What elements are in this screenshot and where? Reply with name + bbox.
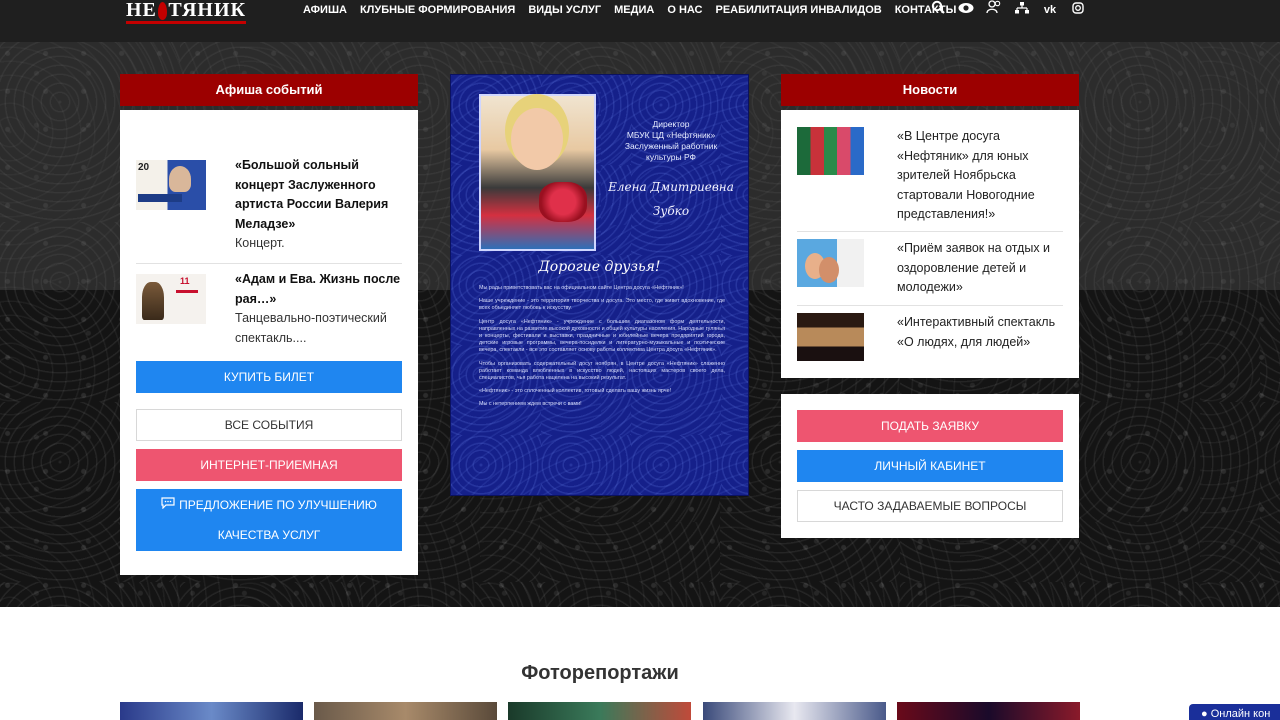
news-title: «Интерактивный спектакль «О людях, для л… <box>897 315 1056 349</box>
search-icon[interactable] <box>930 0 946 20</box>
logo-text-right: ТЯНИК <box>168 0 246 21</box>
news-panel: «В Центре досуга «Нефтяник» для юных зри… <box>781 110 1079 378</box>
divider <box>797 231 1063 232</box>
director-title-line: Заслуженный работник <box>624 141 718 151</box>
news-item[interactable]: «В Центре досуга «Нефтяник» для юных зри… <box>797 127 1063 225</box>
news-title: «В Центре досуга «Нефтяник» для юных зри… <box>897 129 1035 221</box>
news-title: «Приём заявок на отдых и оздоровление де… <box>897 241 1051 294</box>
signature-line: Зубко <box>652 204 690 218</box>
nav-item-services[interactable]: ВИДЫ УСЛУГ <box>528 0 601 20</box>
director-title-line: МБУК ЦД «Нефтяник» <box>626 130 716 140</box>
faq-button[interactable]: ЧАСТО ЗАДАВАЕМЫЕ ВОПРОСЫ <box>797 490 1063 522</box>
site-logo[interactable]: НЕ ТЯНИК <box>126 0 246 24</box>
event-text: «Адам и Ева. Жизнь после рая…» Танцеваль… <box>235 270 402 348</box>
all-events-button[interactable]: ВСЕ СОБЫТИЯ <box>136 409 402 441</box>
photoreport-thumbnail[interactable] <box>703 702 886 720</box>
greeting-paragraph: Наше учреждение - это территория творчес… <box>479 298 725 312</box>
divider <box>136 263 402 264</box>
suggest-label-line1: ПРЕДЛОЖЕНИЕ ПО УЛУЧШЕНИЮ <box>179 498 377 512</box>
greeting-paragraph: «Нефтяник» - это сплоченный коллектив, г… <box>479 388 672 395</box>
header-icons: vk <box>930 0 1086 20</box>
nav-item-clubs[interactable]: КЛУБНЫЕ ФОРМИРОВАНИЯ <box>360 0 515 20</box>
flowers-image <box>539 182 587 222</box>
director-greeting-poster: Директор МБУК ЦД «Нефтяник» Заслуженный … <box>450 74 749 496</box>
events-panel: 20 «Большой сольный концерт Заслуженного… <box>120 110 418 575</box>
buy-ticket-button[interactable]: КУПИТЬ БИЛЕТ <box>136 361 402 393</box>
chat-icon: ● <box>1201 708 1211 720</box>
service-improvement-button[interactable]: ПРЕДЛОЖЕНИЕ ПО УЛУЧШЕНИЮ КАЧЕСТВА УСЛУГ <box>136 489 402 551</box>
nav-item-rehabilitation[interactable]: РЕАБИЛИТАЦИЯ ИНВАЛИДОВ <box>716 0 882 20</box>
event-description: Танцевально-поэтический спектакль.... <box>235 311 387 345</box>
nav-item-afisha[interactable]: АФИША <box>303 0 347 20</box>
photoreport-thumbnail[interactable] <box>120 702 303 720</box>
oil-drop-icon <box>157 1 168 20</box>
director-title-line: культуры РФ <box>646 152 696 162</box>
online-consultant-button[interactable]: ● Онлайн кон <box>1189 704 1280 720</box>
director-face <box>511 108 563 170</box>
sitemap-icon[interactable] <box>1014 0 1030 20</box>
logo-text-left: НЕ <box>126 0 157 21</box>
event-description: Концерт. <box>235 236 285 250</box>
online-consultant-label: Онлайн кон <box>1210 708 1271 720</box>
news-image <box>797 127 864 175</box>
photoreport-thumbnail[interactable] <box>314 702 497 720</box>
photoreport-thumbnail[interactable] <box>897 702 1080 720</box>
instagram-icon[interactable] <box>1070 0 1086 20</box>
news-item[interactable]: «Интерактивный спектакль «О людях, для л… <box>797 313 1063 361</box>
event-title: «Большой сольный концерт Заслуженного ар… <box>235 158 389 231</box>
news-panel-title: Новости <box>781 74 1079 106</box>
photoreports-heading: Фоторепортажи <box>521 662 679 684</box>
events-panel-title: Афиша событий <box>120 74 418 106</box>
actions-panel: ПОДАТЬ ЗАЯВКУ ЛИЧНЫЙ КАБИНЕТ ЧАСТО ЗАДАВ… <box>781 394 1079 538</box>
greeting-heading: Дорогие друзья! <box>538 259 661 275</box>
greeting-text: Мы рады приветствовать вас на официально… <box>479 285 725 415</box>
event-text: «Большой сольный концерт Заслуженного ар… <box>235 156 402 254</box>
event-poster-image: 20 <box>136 160 206 210</box>
suggest-label-line2: КАЧЕСТВА УСЛУГ <box>217 528 321 542</box>
news-image <box>797 313 864 361</box>
news-item[interactable]: «Приём заявок на отдых и оздоровление де… <box>797 239 1063 298</box>
event-item[interactable]: 11 «Адам и Ева. Жизнь после рая…» Танцев… <box>136 270 402 348</box>
suggest-line: ПРЕДЛОЖЕНИЕ ПО УЛУЧШЕНИЮ <box>161 490 377 520</box>
director-title: Директор МБУК ЦД «Нефтяник» Заслуженный … <box>601 119 741 163</box>
director-signature: Елена Дмитриевна Зубко <box>601 175 741 223</box>
divider <box>797 305 1063 306</box>
main-menu: АФИША КЛУБНЫЕ ФОРМИРОВАНИЯ ВИДЫ УСЛУГ МЕ… <box>303 0 969 20</box>
director-photo <box>479 94 596 251</box>
event-poster-image: 11 <box>136 274 206 324</box>
submit-application-button[interactable]: ПОДАТЬ ЗАЯВКУ <box>797 410 1063 442</box>
personal-account-button[interactable]: ЛИЧНЫЙ КАБИНЕТ <box>797 450 1063 482</box>
top-navigation-bar: НЕ ТЯНИК АФИША КЛУБНЫЕ ФОРМИРОВАНИЯ ВИДЫ… <box>0 0 1280 42</box>
greeting-paragraph: Мы рады приветствовать вас на официально… <box>479 285 684 291</box>
event-item[interactable]: 20 «Большой сольный концерт Заслуженного… <box>136 156 402 254</box>
nav-item-media[interactable]: МЕДИА <box>614 0 654 20</box>
users-icon[interactable] <box>986 0 1002 20</box>
nav-item-about[interactable]: О НАС <box>667 0 702 20</box>
news-image <box>797 239 864 287</box>
event-title: «Адам и Ева. Жизнь после рая…» <box>235 272 401 306</box>
greeting-paragraph: Мы с нетерпением ждем встречи с вами! <box>479 401 582 408</box>
greeting-paragraph: Чтобы организовать содержательный досуг … <box>479 360 725 382</box>
signature-line: Елена Дмитриевна <box>608 180 734 194</box>
internet-reception-button[interactable]: ИНТЕРНЕТ-ПРИЕМНАЯ <box>136 449 402 481</box>
vk-icon[interactable]: vk <box>1042 0 1058 20</box>
comment-icon <box>161 490 175 520</box>
greeting-paragraph: Центр досуга «Нефтяник» - учреждение с б… <box>479 318 725 354</box>
director-title-line: Директор <box>652 119 690 129</box>
photoreport-thumbnail[interactable] <box>508 702 691 720</box>
eye-icon[interactable] <box>958 0 974 20</box>
